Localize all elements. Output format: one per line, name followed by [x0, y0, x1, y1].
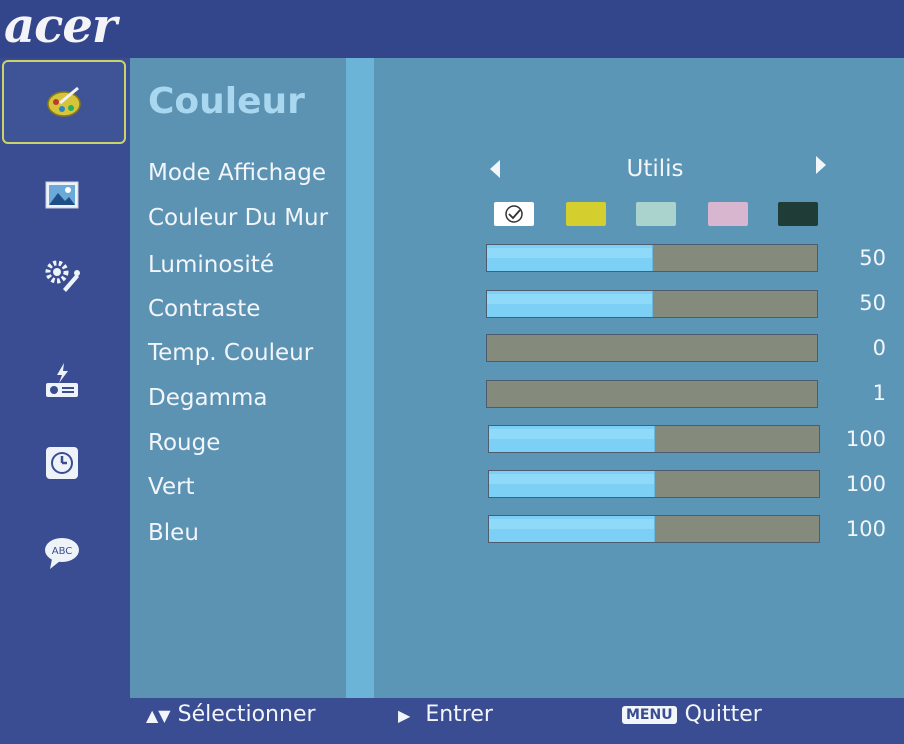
degamma-value: 1 [872, 381, 886, 405]
page-title: Couleur [148, 81, 305, 122]
wall-color-swatch[interactable] [636, 202, 676, 226]
select-label: Sélectionner [177, 702, 316, 727]
next-arrow-icon[interactable] [816, 156, 826, 174]
contraste-value: 50 [859, 291, 886, 315]
bleu-fill [489, 516, 655, 542]
sidebar: ABC [0, 58, 128, 744]
right-arrow-icon: ▶ [398, 706, 411, 725]
contraste-fill [487, 291, 653, 317]
sidebar-item-image[interactable] [0, 154, 124, 236]
check-circle-icon [505, 205, 523, 223]
sidebar-item-timer[interactable] [0, 422, 124, 504]
wall-color-swatch[interactable] [778, 202, 818, 226]
divider-stripe [346, 58, 374, 744]
enter-label: Entrer [425, 702, 493, 727]
abc-speech-bubble-icon: ABC [42, 533, 82, 573]
bleu-label[interactable]: Bleu [148, 518, 199, 548]
quit-label: Quitter [684, 702, 762, 727]
labels-column [130, 58, 346, 698]
contraste-label[interactable]: Contraste [148, 294, 260, 324]
luminosite-slider[interactable] [486, 244, 818, 272]
degamma-slider[interactable] [486, 380, 818, 408]
picture-icon [42, 175, 82, 215]
vert-value: 100 [845, 472, 886, 496]
temp-couleur-slider[interactable] [486, 334, 818, 362]
wall-color-swatch[interactable] [566, 202, 606, 226]
mode-affichage-value: Utilis [626, 156, 684, 182]
mode-affichage-label[interactable]: Mode Affichage [148, 158, 326, 188]
sidebar-item-language[interactable]: ABC [0, 512, 124, 594]
previous-arrow-icon[interactable] [490, 160, 500, 178]
temp-couleur-label[interactable]: Temp. Couleur [148, 338, 313, 368]
palette-icon [44, 82, 84, 122]
up-down-arrows-icon: ▲▼ [146, 706, 171, 725]
acer-logo: acer [4, 0, 117, 54]
luminosite-value: 50 [859, 246, 886, 270]
footer-quit-hint: MENU Quitter [622, 700, 762, 730]
projector-icon [42, 361, 82, 401]
gear-wrench-icon [42, 257, 82, 297]
vert-fill [489, 471, 655, 497]
sidebar-item-color[interactable] [2, 60, 126, 144]
degamma-label[interactable]: Degamma [148, 383, 267, 413]
svg-text:ABC: ABC [52, 546, 73, 557]
couleur-du-mur-label[interactable]: Couleur Du Mur [148, 203, 328, 233]
contraste-slider[interactable] [486, 290, 818, 318]
footer-enter-hint: ▶ Entrer [398, 700, 493, 731]
sidebar-item-management[interactable] [0, 340, 124, 422]
vert-slider[interactable] [488, 470, 820, 498]
rouge-value: 100 [845, 427, 886, 451]
temp-couleur-value: 0 [872, 336, 886, 360]
vert-label[interactable]: Vert [148, 472, 195, 502]
bleu-value: 100 [845, 517, 886, 541]
rouge-fill [489, 426, 655, 452]
sidebar-item-settings[interactable] [0, 236, 124, 318]
wall-color-swatch[interactable] [708, 202, 748, 226]
bleu-slider[interactable] [488, 515, 820, 543]
top-bar: acer [0, 0, 904, 58]
clock-icon [42, 443, 82, 483]
luminosite-fill [487, 245, 653, 271]
rouge-slider[interactable] [488, 425, 820, 453]
footer-select-hint: ▲▼ Sélectionner [146, 700, 316, 731]
menu-key-icon: MENU [622, 706, 677, 724]
rouge-label[interactable]: Rouge [148, 428, 220, 458]
wall-color-swatch[interactable] [494, 202, 534, 226]
luminosite-label[interactable]: Luminosité [148, 250, 274, 280]
